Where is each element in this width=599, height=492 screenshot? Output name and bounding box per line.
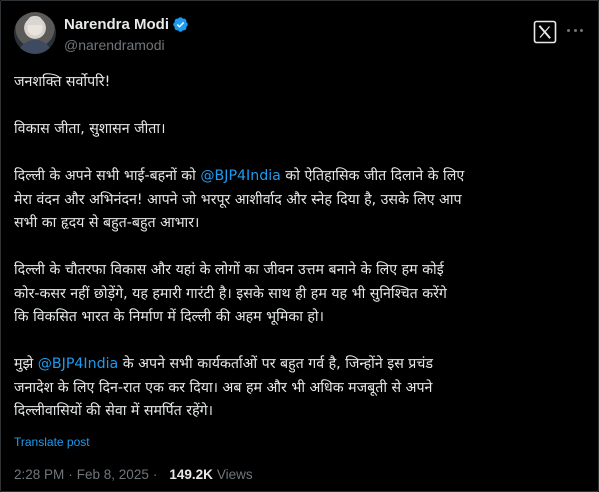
tweet-header: Narendra Modi @narendramodi bbox=[14, 9, 585, 59]
author-display-name[interactable]: Narendra Modi bbox=[64, 16, 169, 33]
verified-badge-icon bbox=[173, 17, 188, 32]
avatar-body bbox=[18, 40, 52, 54]
text-segment: सभी का हृदय से बहुत-बहुत आभार। bbox=[14, 215, 200, 231]
tweet-paragraph-3: दिल्ली के अपने सभी भाई-बहनों को @BJP4Ind… bbox=[14, 165, 586, 236]
tweet-text: जनशक्ति सर्वोपरि! विकास जीता, सुशासन जीत… bbox=[14, 71, 586, 424]
more-options-icon[interactable] bbox=[565, 23, 585, 39]
tweet-paragraph-5: मुझे @BJP4India के अपने सभी कार्यकर्ताओं… bbox=[14, 353, 586, 424]
author-name-row: Narendra Modi bbox=[64, 16, 189, 33]
text-segment: दिल्ली के चौतरफा विकास और यहां के लोगों … bbox=[14, 262, 444, 278]
tweet-paragraph-1: जनशक्ति सर्वोपरि! bbox=[14, 74, 111, 90]
text-segment: के अपने सभी कार्यकर्ताओं पर बहुत गर्व है… bbox=[118, 356, 433, 372]
text-segment: को ऐतिहासिक जीत दिलाने के लिए bbox=[280, 168, 465, 184]
text-segment: मेरा वंदन और अभिनंदन! आपने जो भरपूर आशीर… bbox=[14, 191, 462, 208]
mention-link[interactable]: @BJP4India bbox=[200, 168, 281, 184]
post-time[interactable]: 2:28 PM bbox=[14, 467, 64, 482]
x-logo-icon[interactable] bbox=[533, 20, 557, 44]
text-segment: दिल्लीवासियों की सेवा में समर्पित रहेंगे… bbox=[14, 403, 213, 419]
author-avatar[interactable] bbox=[14, 12, 56, 54]
tweet-paragraph-4: दिल्ली के चौतरफा विकास और यहां के लोगों … bbox=[14, 259, 586, 330]
tweet-paragraph-2: विकास जीता, सुशासन जीता। bbox=[14, 121, 166, 137]
translate-post-link[interactable]: Translate post bbox=[14, 435, 90, 449]
views-label: Views bbox=[216, 467, 253, 482]
views-count: 149.2K bbox=[169, 467, 213, 482]
text-segment: जनादेश के लिए दिन-रात एक कर दिया। अब हम … bbox=[14, 379, 433, 396]
post-date[interactable]: Feb 8, 2025 bbox=[77, 467, 149, 482]
author-handle[interactable]: @narendramodi bbox=[64, 37, 165, 53]
meta-separator: · bbox=[68, 467, 73, 482]
text-segment: कोर-कसर नहीं छोड़ेंगे, यह हमारी गारंटी ह… bbox=[14, 285, 447, 302]
mention-link[interactable]: @BJP4India bbox=[38, 356, 119, 372]
meta-separator: · bbox=[152, 467, 158, 482]
avatar-hair bbox=[27, 16, 43, 25]
tweet-meta: 2:28 PM · Feb 8, 2025 · 149.2K Views bbox=[14, 467, 253, 482]
text-segment: मुझे bbox=[14, 356, 38, 372]
tweet-card: Narendra Modi @narendramodi जनशक्ति सर्व… bbox=[0, 0, 599, 492]
text-segment: दिल्ली के अपने सभी भाई-बहनों को bbox=[14, 168, 201, 184]
text-segment: कि विकसित भारत के निर्माण में दिल्ली की … bbox=[14, 309, 324, 325]
